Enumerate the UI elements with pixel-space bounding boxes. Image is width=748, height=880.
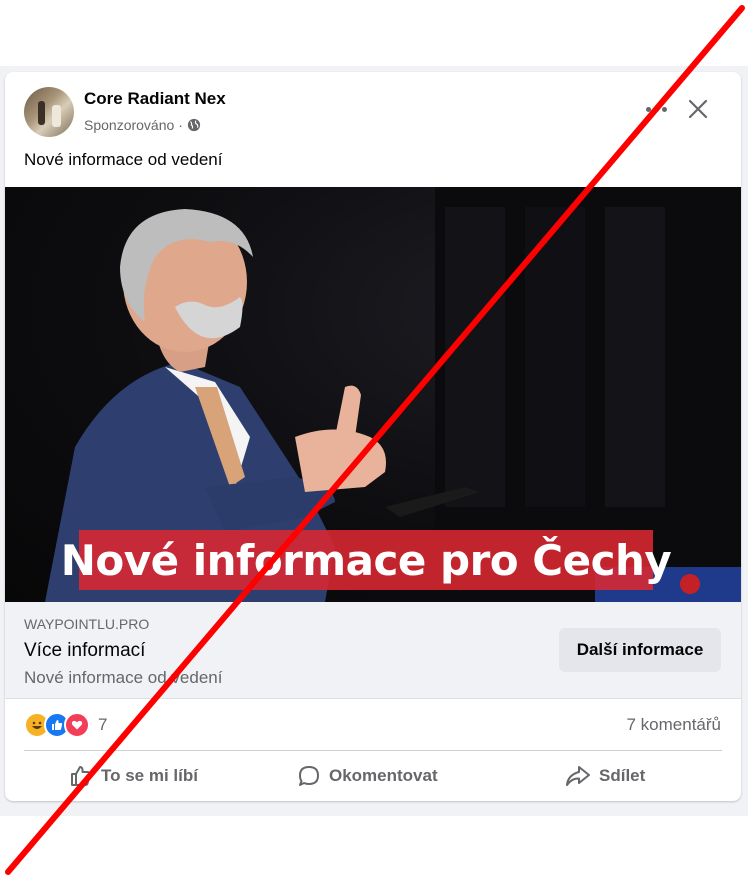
meta-separator: · bbox=[178, 117, 183, 133]
share-button[interactable]: Sdílet bbox=[565, 754, 645, 798]
like-button[interactable]: To se mi líbí bbox=[69, 754, 198, 798]
share-label: Sdílet bbox=[599, 766, 646, 785]
post-image[interactable]: Nové informace pro Čechy bbox=[5, 187, 741, 602]
learn-more-button[interactable]: Další informace bbox=[559, 628, 721, 672]
globe-icon bbox=[187, 118, 201, 132]
like-label: To se mi líbí bbox=[101, 766, 198, 785]
love-icon bbox=[64, 712, 90, 738]
image-caption: Nové informace pro Čechy bbox=[60, 535, 672, 585]
comment-label: Okomentovat bbox=[329, 766, 438, 785]
link-domain: WAYPOINTLU.PRO bbox=[24, 616, 150, 632]
post-text: Nové informace od vedení bbox=[24, 150, 223, 169]
actions-divider bbox=[24, 750, 722, 751]
thumbs-up-icon bbox=[71, 766, 91, 786]
comment-button[interactable]: Okomentovat bbox=[297, 754, 438, 798]
comment-icon bbox=[299, 766, 319, 786]
link-title[interactable]: Více informací bbox=[24, 640, 145, 662]
post-meta: Sponzorováno · bbox=[84, 117, 201, 133]
sponsored-label[interactable]: Sponzorováno bbox=[84, 117, 174, 133]
share-icon bbox=[566, 766, 590, 786]
sponsored-post-card: Core Radiant Nex Sponzorováno · Nové inf… bbox=[5, 72, 741, 801]
reaction-count: 7 bbox=[98, 715, 108, 734]
reaction-summary[interactable]: 7 bbox=[24, 712, 107, 738]
image-caption-banner: Nové informace pro Čechy bbox=[61, 530, 672, 590]
page-name[interactable]: Core Radiant Nex bbox=[84, 89, 226, 109]
link-description: Nové informace od vedení bbox=[24, 668, 223, 687]
more-options-button[interactable] bbox=[641, 94, 671, 124]
comments-count[interactable]: 7 komentářů bbox=[627, 715, 722, 735]
close-button[interactable] bbox=[681, 92, 715, 126]
link-preview[interactable]: WAYPOINTLU.PRO Více informací Nové infor… bbox=[5, 602, 741, 699]
close-icon bbox=[688, 99, 708, 119]
page-avatar[interactable] bbox=[24, 87, 74, 137]
